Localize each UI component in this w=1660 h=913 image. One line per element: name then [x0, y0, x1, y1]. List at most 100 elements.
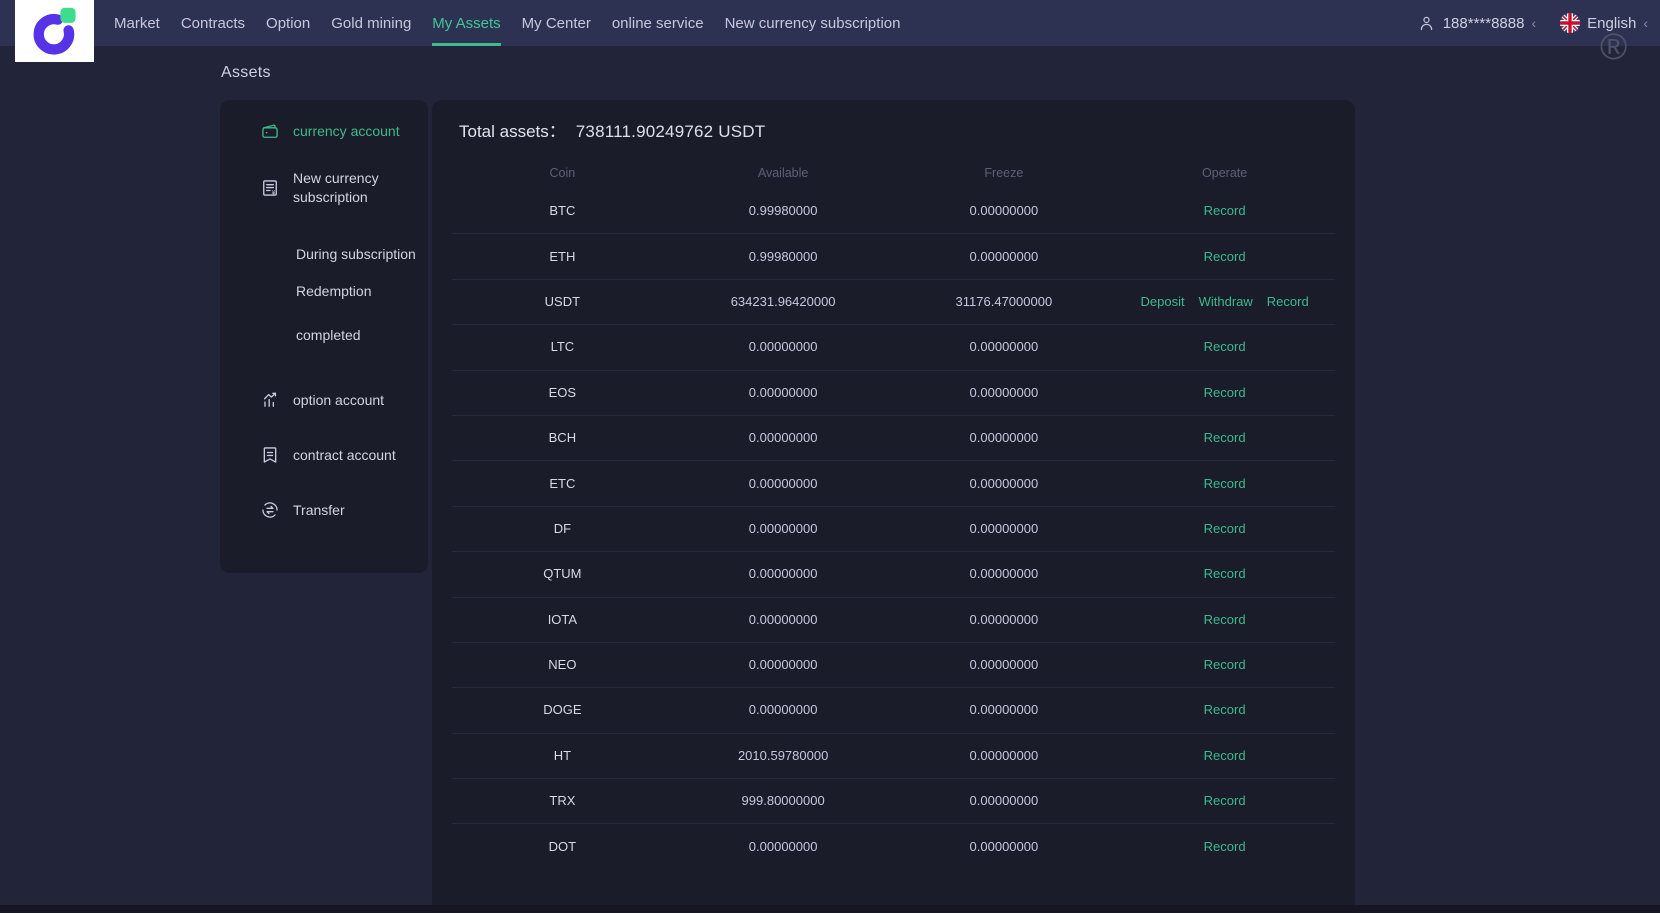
table-row-dot: DOT 0.00000000 0.00000000 Record [432, 823, 1355, 868]
record-link[interactable]: Record [1204, 657, 1246, 672]
nav-item-my-assets[interactable]: My Assets [432, 0, 502, 46]
operate-cell: Record [1114, 793, 1335, 808]
available-amount: 0.00000000 [748, 702, 818, 718]
available-amount: 0.00000000 [748, 838, 818, 854]
table-row-df: DF 0.00000000 0.00000000 Record [432, 505, 1355, 551]
coin-name: EOS [548, 384, 577, 400]
sidebar-item-completed[interactable]: completed [220, 322, 428, 348]
transfer-icon [260, 500, 280, 520]
operate-cell: Record [1114, 566, 1335, 581]
record-link[interactable]: Record [1204, 793, 1246, 808]
coin-name: DOGE [543, 702, 582, 718]
main-nav: Market Contracts Option Gold mining My Asset… [114, 0, 900, 46]
coin-name: QTUM [543, 566, 582, 582]
record-link[interactable]: Record [1267, 294, 1309, 309]
sidebar-item-label: Redemption [296, 283, 372, 299]
page-bottom-strip [0, 905, 1660, 913]
nav-item-new-currency-subscription[interactable]: New currency subscription [725, 0, 901, 46]
chevron-icon: ‹ [1531, 15, 1537, 31]
nav-item-contracts[interactable]: Contracts [181, 0, 245, 46]
sidebar-item-option-account[interactable]: option account [220, 387, 428, 413]
available-amount: 0.00000000 [748, 566, 818, 582]
freeze-amount: 0.00000000 [969, 838, 1039, 854]
available-amount: 0.00000000 [748, 430, 818, 446]
record-link[interactable]: Record [1204, 702, 1246, 717]
operate-cell: Record [1114, 748, 1335, 763]
sidebar-item-new-currency-subscription[interactable]: ¥ New currency subscription [220, 168, 428, 208]
coin-name: BTC [549, 203, 576, 219]
column-header-operate: Operate [1202, 166, 1248, 180]
withdraw-link[interactable]: Withdraw [1199, 294, 1253, 309]
table-row-usdt: USDT 634231.96420000 31176.47000000 Deposit… [432, 278, 1355, 324]
svg-text:¥: ¥ [272, 189, 276, 196]
record-link[interactable]: Record [1204, 430, 1246, 445]
available-amount: 0.00000000 [748, 475, 818, 491]
table-row-iota: IOTA 0.00000000 0.00000000 Record [432, 596, 1355, 642]
table-row-btc: BTC 0.99980000 0.00000000 Record [432, 188, 1355, 233]
table-row-trx: TRX 999.80000000 0.00000000 Record [432, 778, 1355, 823]
record-link[interactable]: Record [1204, 476, 1246, 491]
freeze-amount: 0.00000000 [969, 339, 1039, 355]
coin-name: HT [553, 747, 572, 763]
assets-panel: Total assets： 738111.90249762 USDT Coin A… [432, 100, 1355, 905]
operate-cell: Record [1114, 702, 1335, 717]
sidebar-item-during-subscription[interactable]: During subscription [220, 234, 428, 274]
sidebar-item-redemption[interactable]: Redemption [220, 278, 428, 304]
logo[interactable] [15, 0, 94, 62]
assets-sidebar: currency account ¥ New currency subscripti… [220, 100, 428, 573]
chevron-icon: ‹ [1643, 15, 1648, 31]
total-assets-value: 738111.90249762 USDT [575, 122, 766, 141]
nav-item-option[interactable]: Option [266, 0, 310, 46]
nav-item-my-center[interactable]: My Center [522, 0, 591, 46]
coin-name: NEO [548, 657, 577, 673]
table-row-bch: BCH 0.00000000 0.00000000 Record [432, 414, 1355, 460]
uk-flag-icon [1560, 13, 1581, 33]
table-row-doge: DOGE 0.00000000 0.00000000 Record [432, 687, 1355, 732]
nav-item-market[interactable]: Market [114, 0, 160, 46]
deposit-link[interactable]: Deposit [1141, 294, 1185, 309]
freeze-amount: 0.00000000 [969, 475, 1039, 491]
freeze-amount: 0.00000000 [969, 702, 1039, 718]
record-link[interactable]: Record [1204, 839, 1246, 854]
sidebar-item-label: currency account [293, 123, 400, 139]
person-icon [1417, 14, 1436, 33]
sidebar-item-label: completed [296, 327, 361, 343]
coin-name: DF [553, 520, 572, 536]
available-amount: 0.00000000 [748, 657, 818, 673]
nav-item-online-service[interactable]: online service [612, 0, 704, 46]
freeze-amount: 0.00000000 [969, 203, 1039, 219]
operate-cell: Record [1114, 612, 1335, 627]
operate-cell: Record [1114, 839, 1335, 854]
available-amount: 0.99980000 [748, 248, 818, 264]
available-amount: 0.00000000 [748, 339, 818, 355]
assets-table-header: Coin Available Freeze Operate [432, 158, 1355, 188]
sidebar-item-currency-account[interactable]: currency account [220, 118, 428, 144]
sidebar-item-contract-account[interactable]: contract account [220, 442, 428, 468]
record-link[interactable]: Record [1204, 566, 1246, 581]
coin-name: TRX [549, 793, 576, 809]
coin-name: ETC [549, 475, 576, 491]
record-link[interactable]: Record [1204, 612, 1246, 627]
record-link[interactable]: Record [1204, 521, 1246, 536]
registered-trademark-icon: ® [1600, 26, 1628, 67]
table-row-qtum: QTUM 0.00000000 0.00000000 Record [432, 551, 1355, 596]
freeze-amount: 0.00000000 [969, 430, 1039, 446]
user-menu[interactable]: 188****8888 ‹ [1417, 14, 1536, 33]
record-link[interactable]: Record [1204, 249, 1246, 264]
available-amount: 0.99980000 [748, 203, 818, 219]
table-row-eth: ETH 0.99980000 0.00000000 Record [432, 233, 1355, 278]
brand-logo-icon [29, 5, 81, 57]
top-nav: Market Contracts Option Gold mining My Asset… [0, 0, 1660, 62]
freeze-amount: 0.00000000 [969, 793, 1039, 809]
sidebar-item-transfer[interactable]: Transfer [220, 497, 428, 523]
record-link[interactable]: Record [1204, 385, 1246, 400]
record-link[interactable]: Record [1204, 203, 1246, 218]
freeze-amount: 0.00000000 [969, 520, 1039, 536]
freeze-amount: 0.00000000 [969, 611, 1039, 627]
record-link[interactable]: Record [1204, 339, 1246, 354]
record-link[interactable]: Record [1204, 748, 1246, 763]
sidebar-item-label: Transfer [293, 502, 345, 518]
operate-cell: Record [1114, 476, 1335, 491]
coin-name: DOT [548, 838, 577, 854]
nav-item-gold-mining[interactable]: Gold mining [331, 0, 411, 46]
